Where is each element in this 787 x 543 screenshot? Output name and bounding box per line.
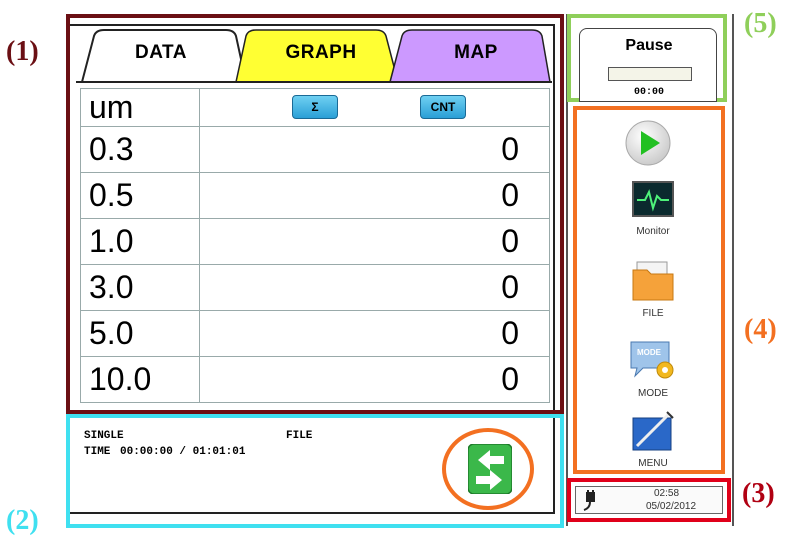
count-cell: 0 <box>199 126 550 173</box>
pause-progress-bar <box>608 67 692 81</box>
side-menu-frame: Monitor FILE MODE MODE MENU <box>573 106 725 474</box>
size-cell: 1.0 <box>80 218 200 265</box>
menu-icon <box>632 411 674 451</box>
tab-bar: DATA GRAPH MAP <box>76 28 552 84</box>
mode-menu-label: MODE <box>638 388 668 399</box>
size-cell: 0.3 <box>80 126 200 173</box>
table-row: 1.0 0 <box>80 218 550 265</box>
file-menu-label: FILE <box>642 308 664 319</box>
table-row: 0.5 0 <box>80 172 550 219</box>
mode-label: SINGLE <box>84 430 124 442</box>
clock-panel-frame: 02:58 05/02/2012 <box>567 478 731 522</box>
pause-label: Pause <box>625 37 673 54</box>
pause-box[interactable]: Pause 00:00 <box>579 28 717 102</box>
mode-button[interactable]: MODE MODE <box>603 338 703 408</box>
mode-icon: MODE <box>630 341 674 379</box>
table-row: 5.0 0 <box>80 310 550 357</box>
clock-date: 05/02/2012 <box>646 501 697 512</box>
table-header-row: um Σ CNT <box>80 88 550 127</box>
menu-button[interactable]: MENU <box>603 410 703 474</box>
table-row: 10.0 0 <box>80 356 550 403</box>
monitor-icon <box>632 181 674 217</box>
size-cell: 5.0 <box>80 310 200 357</box>
status-panel-frame: SINGLE FILE TIME 00:00:00 / 01:01:01 <box>66 414 564 528</box>
sum-button[interactable]: Σ <box>292 95 338 119</box>
count-cell: 0 <box>199 218 550 265</box>
size-cell: 3.0 <box>80 264 200 311</box>
table-row: 0.3 0 <box>80 126 550 173</box>
time-value: 00:00:00 / 01:01:01 <box>120 446 246 458</box>
folder-icon <box>632 261 674 301</box>
clock-time: 02:58 <box>654 488 680 499</box>
unit-header: um <box>80 88 200 127</box>
header-buttons-cell: Σ CNT <box>199 88 550 127</box>
count-cell: 0 <box>199 356 550 403</box>
callout-1: (1) <box>6 36 39 67</box>
data-panel-frame: DATA GRAPH MAP um Σ CNT 0.3 0 0.5 0 1.0 … <box>66 14 564 414</box>
tab-data[interactable]: DATA <box>106 28 216 78</box>
count-cell: 0 <box>199 172 550 219</box>
particle-table: um Σ CNT 0.3 0 0.5 0 1.0 0 3.0 0 5.0 0 1… <box>80 88 550 403</box>
monitor-label: Monitor <box>636 226 670 237</box>
table-row: 3.0 0 <box>80 264 550 311</box>
count-cell: 0 <box>199 264 550 311</box>
swap-arrows-icon <box>468 444 512 494</box>
pause-timer: 00:00 <box>633 87 664 98</box>
power-plug-icon <box>583 490 595 511</box>
swap-button[interactable] <box>442 428 534 510</box>
time-label: TIME <box>84 446 111 458</box>
count-button[interactable]: CNT <box>420 95 466 119</box>
monitor-button[interactable]: Monitor <box>603 180 703 250</box>
callout-3: (3) <box>742 478 775 509</box>
file-button[interactable]: FILE <box>603 260 703 330</box>
count-cell: 0 <box>199 310 550 357</box>
play-button[interactable] <box>623 118 673 168</box>
menu-label: MENU <box>638 458 668 469</box>
callout-4: (4) <box>744 314 777 345</box>
callout-2: (2) <box>6 505 39 536</box>
svg-text:MODE: MODE <box>637 348 662 357</box>
play-icon <box>625 120 671 166</box>
callout-5: (5) <box>744 8 777 39</box>
tab-graph[interactable]: GRAPH <box>256 28 386 78</box>
pause-panel-frame: Pause 00:00 <box>567 14 727 102</box>
file-label: FILE <box>286 430 313 442</box>
size-cell: 0.5 <box>80 172 200 219</box>
tab-map[interactable]: MAP <box>416 28 536 78</box>
size-cell: 10.0 <box>80 356 200 403</box>
clock-box: 02:58 05/02/2012 <box>575 486 723 514</box>
